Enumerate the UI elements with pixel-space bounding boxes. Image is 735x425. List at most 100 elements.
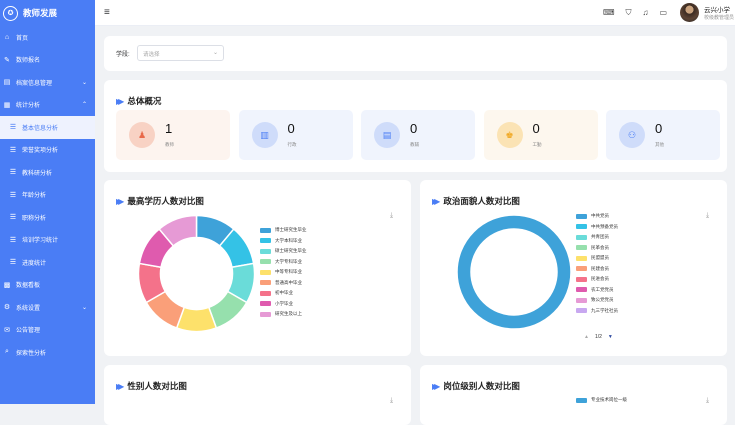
legend-label: 民革会员 [591, 244, 609, 250]
stat-card[interactable]: ♟ 1 教师 [116, 110, 230, 160]
explore-icon: ⌕ [5, 348, 9, 356]
legend-label: 农工党党员 [591, 286, 614, 292]
legend-swatch [576, 213, 587, 219]
legend-label: 致公党党员 [591, 297, 614, 303]
dashboard-icon: ▩ [3, 281, 11, 289]
legend-label: 共青团员 [591, 234, 609, 240]
sidebar-item[interactable]: ▦ 统计分析 ⌃ [0, 94, 95, 117]
legend-swatch [576, 266, 587, 272]
legend-item[interactable]: 普通高中毕业 [260, 278, 307, 289]
sidebar-item[interactable]: ☰ 职称分析 [0, 206, 95, 229]
chart-icon: ▦ [3, 101, 11, 109]
legend-label: 普通高中毕业 [275, 279, 302, 285]
sidebar-item-label: 荣誉奖项分析 [22, 148, 59, 155]
keyboard-icon[interactable]: ⌨ [603, 8, 615, 18]
legend-label: 民盟盟员 [591, 255, 609, 261]
stat-value: 1 [165, 121, 173, 136]
donut-slice[interactable] [456, 214, 572, 330]
legend-label: 中共党员 [591, 213, 609, 219]
legend-item[interactable]: 中共预备党员 [576, 222, 618, 233]
legend-next-button[interactable]: ▼ [608, 334, 613, 340]
bell-icon[interactable]: ♫ [643, 8, 649, 18]
political-legend: 中共党员中共预备党员 共青团员民革会员民盟盟员民建会员 民进会员 农工党党员致公党党员… [576, 211, 618, 316]
stage-select[interactable]: 请选择 ⌄ [137, 45, 224, 61]
stat-card[interactable]: ▤ 0 教辅 [361, 110, 475, 160]
menu-toggle-icon[interactable]: ≡ [104, 7, 110, 18]
app-title: 教师发展 [23, 8, 58, 18]
legend-item[interactable]: 民盟盟员 [576, 253, 618, 264]
post-level-chart-title: ▶▶ 岗位级别人数对比图 [432, 380, 520, 392]
legend-item[interactable]: 小学毕业 [260, 299, 307, 310]
user-name[interactable]: 云兴小学 [704, 4, 730, 14]
legend-item[interactable]: 大学专科毕业 [260, 257, 307, 268]
sidebar-item-label: 档案信息管理 [16, 80, 53, 87]
legend-label: 小学毕业 [275, 300, 293, 306]
legend-item[interactable]: 大学本科毕业 [260, 236, 307, 247]
stat-card[interactable]: ▥ 0 行政 [238, 110, 353, 160]
list-icon: ☰ [9, 124, 17, 132]
shirt-icon[interactable]: ⛉ [626, 8, 632, 18]
legend-item[interactable]: 中共党员 [576, 211, 618, 222]
card-icon[interactable]: ▭ [660, 8, 668, 18]
stat-value: 0 [410, 121, 418, 136]
political-chart-card: ▶▶ 政治面貌人数对比图 ⤓ 中共党员中共预备党员 共青团员民革会员民盟盟员民建会… [420, 180, 727, 356]
legend-item[interactable]: 农工党党员 [576, 285, 618, 296]
sidebar-item[interactable]: ☰ 基本信息分析 [0, 116, 95, 139]
legend-label: 中等专科毕业 [275, 269, 302, 275]
legend-item[interactable]: 共青团员 [576, 232, 618, 243]
legend-prev-button[interactable]: ▲ [584, 334, 589, 340]
legend-swatch [576, 308, 587, 314]
sidebar-item-label: 首页 [16, 35, 29, 42]
chevron-down-icon: ⌄ [81, 304, 87, 311]
legend-swatch [260, 301, 271, 307]
sidebar-item[interactable]: ☰ 荣誉奖项分析 [0, 139, 95, 162]
sidebar-item[interactable]: ☰ 教科研分析 [0, 161, 95, 184]
legend-item[interactable]: 民革会员 [576, 243, 618, 254]
legend-item[interactable]: 民建会员 [576, 264, 618, 275]
legend-item[interactable]: 致公党党员 [576, 295, 618, 306]
chevron-down-icon: ⌄ [212, 50, 218, 56]
legend-label: 大学专科毕业 [275, 258, 302, 264]
sidebar-item[interactable]: ☰ 培训学习统计 [0, 229, 95, 252]
sidebar-item[interactable]: ⚙ 系统设置 ⌄ [0, 296, 95, 319]
sidebar-item[interactable]: ✉ 公告管理 [0, 319, 95, 342]
sidebar-item[interactable]: ▩ 数据看板 [0, 274, 95, 297]
legend-item[interactable]: 民进会员 [576, 274, 618, 285]
download-icon[interactable]: ⤓ [706, 212, 709, 220]
sidebar-item[interactable]: ☰ 进度统计 [0, 251, 95, 274]
avatar[interactable] [680, 3, 699, 22]
stat-label: 工勤 [532, 142, 542, 147]
double-arrow-icon: ▶▶ [432, 381, 441, 391]
legend-item[interactable]: 初中毕业 [260, 288, 307, 299]
brand[interactable]: ✪ 教师发展 [0, 0, 95, 26]
list-icon: ☰ [9, 191, 17, 199]
chevron-up-icon: ⌃ [81, 102, 87, 109]
list-icon: ☰ [9, 146, 17, 154]
teacher-icon: ♟ [129, 122, 155, 148]
legend-item[interactable]: 中等专科毕业 [260, 267, 307, 278]
sidebar-item-label: 公告管理 [16, 328, 41, 335]
education-chart-card: ▶▶ 最高学历人数对比图 ⤓ 博士研究生毕业 大学本科毕业 硕士研究生毕业 大学专科毕… [104, 180, 411, 356]
stage-label: 学段: [116, 52, 130, 58]
legend-item[interactable]: 硕士研究生毕业 [260, 246, 307, 257]
double-arrow-icon: ▶▶ [116, 96, 125, 106]
legend-swatch [260, 311, 271, 317]
sidebar-item-label: 教科研分析 [22, 170, 53, 177]
sidebar-item-label: 培训学习统计 [22, 238, 59, 245]
assistant-icon: ▤ [374, 122, 400, 148]
sidebar-item[interactable]: ▤ 档案信息管理 ⌄ [0, 71, 95, 94]
legend-item[interactable]: 研究生及以上 [260, 309, 307, 320]
sidebar-item[interactable]: ✎ 数师报名 [0, 49, 95, 72]
legend-label: 专业技术岗位一级 [591, 397, 627, 403]
sidebar-item[interactable]: ☰ 年龄分析 [0, 184, 95, 207]
sidebar-item[interactable]: ⌂ 首页 [0, 26, 95, 49]
list-icon: ☰ [9, 259, 17, 267]
sidebar-item[interactable]: ⌕ 探索性分析 [0, 341, 95, 364]
stat-card[interactable]: ⚇ 0 其他 [606, 110, 720, 160]
stat-card[interactable]: ♚ 0 工勤 [483, 110, 598, 160]
legend-item[interactable]: 九三学社社员 [576, 306, 618, 317]
political-chart-title-text: 政治面貌人数对比图 [443, 196, 520, 206]
download-icon[interactable]: ⤓ [390, 212, 393, 220]
legend-item[interactable]: 博士研究生毕业 [260, 225, 307, 236]
double-arrow-icon: ▶▶ [432, 196, 441, 206]
